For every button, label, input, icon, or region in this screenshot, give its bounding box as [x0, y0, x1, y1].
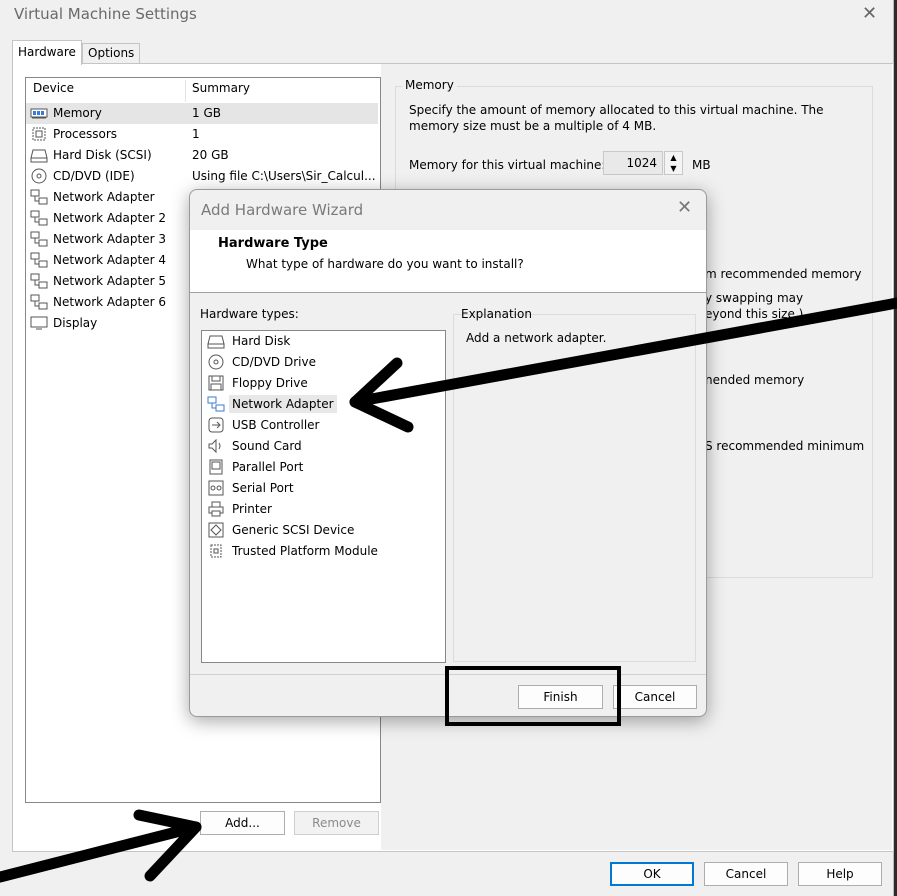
arrowhead-add-button [133, 809, 202, 882]
tab-hardware[interactable]: Hardware [12, 40, 82, 65]
finish-highlight-box [445, 666, 621, 726]
annotation-layer [0, 297, 897, 883]
arrow-to-network-adapter [349, 297, 897, 408]
